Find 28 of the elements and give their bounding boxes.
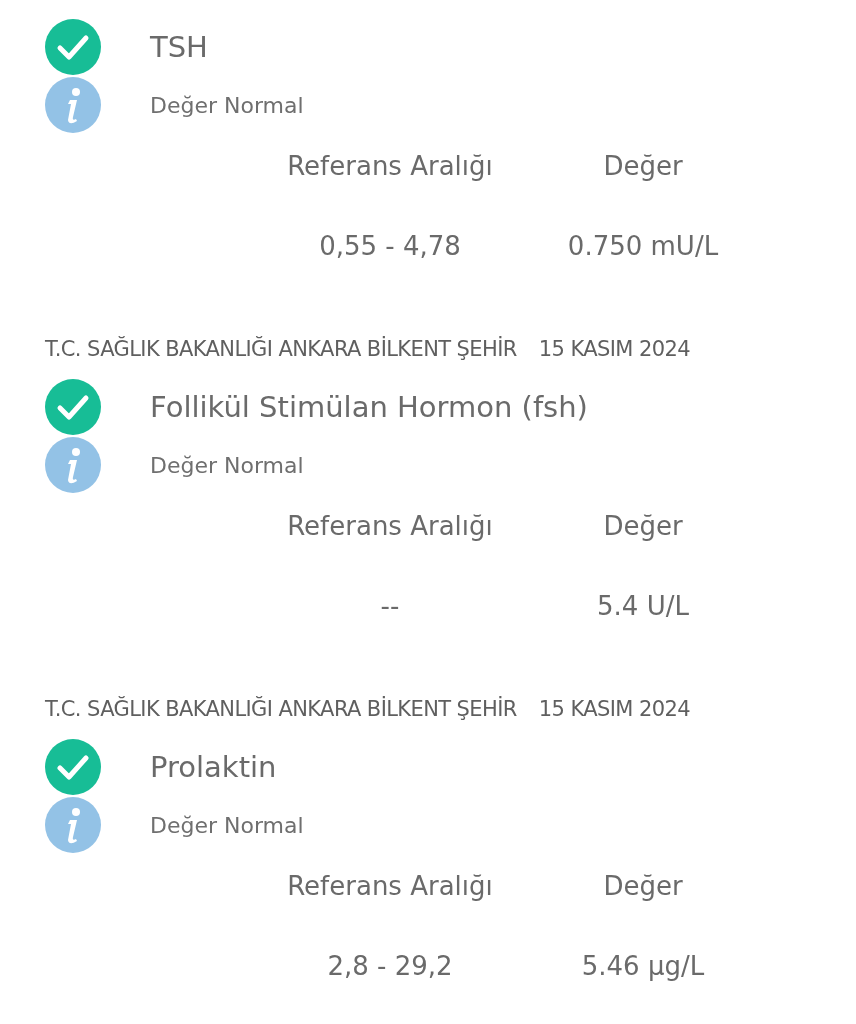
result-date: 15 KASIM 2024 <box>538 337 690 361</box>
reference-range: -- <box>380 591 400 621</box>
info-icon <box>45 77 101 133</box>
hospital-name: T.C. SAĞLIK BAKANLIĞI ANKARA BİLKENT ŞEHİR <box>45 697 517 721</box>
column-header: Referans Aralığı <box>287 511 493 541</box>
status-text: Değer Normal <box>150 452 304 478</box>
reference-range: 2,8 - 29,2 <box>327 951 453 981</box>
column-header: Referans Aralığı <box>287 151 493 181</box>
test-name: Prolaktin <box>150 750 277 784</box>
column-header: Referans Aralığı <box>287 871 493 901</box>
reference-range: 0,55 - 4,78 <box>319 231 461 261</box>
column-header: Değer <box>603 511 683 541</box>
info-icon <box>45 437 101 493</box>
result-date: 15 KASIM 2024 <box>538 697 690 721</box>
column-header: Değer <box>603 871 683 901</box>
info-icon <box>45 797 101 853</box>
test-name: Follikül Stimülan Hormon (fsh) <box>150 390 588 424</box>
result-value: 5.4 U/L <box>597 591 689 621</box>
status-text: Değer Normal <box>150 812 304 838</box>
result-value: 5.46 µg/L <box>581 951 705 981</box>
hospital-name: T.C. SAĞLIK BAKANLIĞI ANKARA BİLKENT ŞEHİR <box>45 337 517 361</box>
result-value: 0.750 mU/L <box>567 231 719 261</box>
test-name: TSH <box>150 30 208 64</box>
check-icon <box>45 379 101 435</box>
check-icon <box>45 739 101 795</box>
column-header: Değer <box>603 151 683 181</box>
status-text: Değer Normal <box>150 92 304 118</box>
check-icon <box>45 19 101 75</box>
